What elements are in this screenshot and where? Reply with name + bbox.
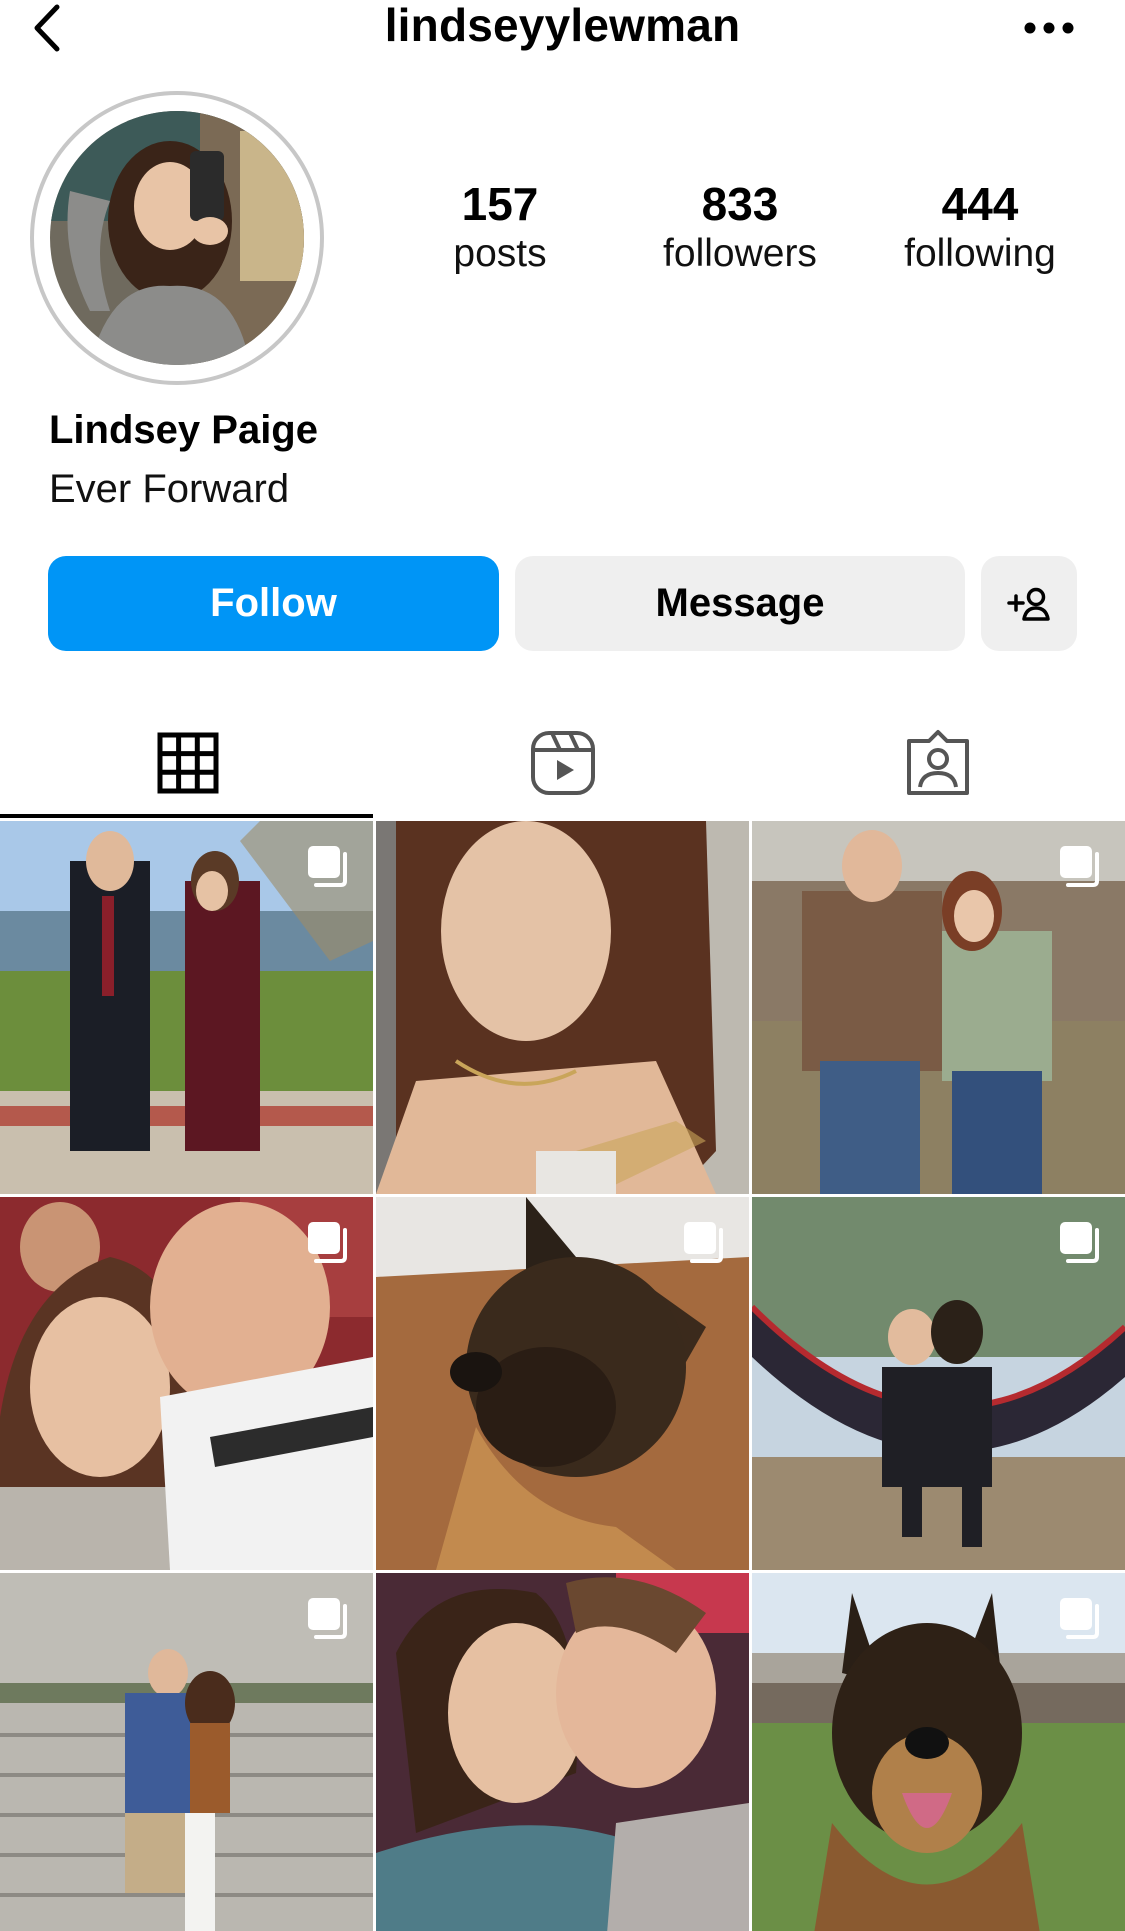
posts-count[interactable]: 157 posts [400,178,600,278]
post-thumbnail[interactable] [0,1573,373,1931]
followers-count[interactable]: 833 followers [640,178,840,278]
profile-stats: 157 posts 833 followers 444 following [0,178,1125,288]
post-thumbnail[interactable] [0,1197,373,1570]
post-thumbnail[interactable] [0,821,373,1194]
more-options-button[interactable] [1013,0,1085,56]
tagged-person-icon [906,730,969,795]
profile-header: lindseyylewman [0,0,1125,60]
carousel-icon [1060,1598,1099,1639]
profile-username: lindseyylewman [384,0,741,51]
display-name: Lindsey Paige [49,408,318,452]
stat-label: posts [453,232,547,275]
carousel-icon [684,1222,723,1263]
carousel-icon [308,1222,347,1263]
carousel-icon [308,846,347,887]
bio-text: Ever Forward [49,467,290,511]
tab-reels[interactable] [375,708,750,818]
post-thumbnail[interactable] [376,1573,749,1931]
follow-button[interactable]: Follow [48,556,499,651]
post-thumbnail[interactable] [376,821,749,1194]
post-thumbnail[interactable] [752,1573,1125,1931]
stat-label: followers [663,232,817,275]
add-user-button[interactable] [981,556,1077,651]
reels-icon [530,731,595,795]
more-horizontal-icon [1024,22,1074,34]
add-person-icon [1007,587,1050,621]
carousel-icon [308,1598,347,1639]
post-thumbnail[interactable] [376,1197,749,1570]
tab-tagged[interactable] [750,708,1125,818]
message-button[interactable]: Message [515,556,965,651]
tab-posts[interactable] [0,708,375,818]
active-tab-indicator [0,814,373,818]
profile-tabs [0,708,1125,818]
carousel-icon [1060,1222,1099,1263]
stat-value: 444 [941,178,1019,230]
carousel-icon [1060,846,1099,887]
stat-value: 833 [701,178,779,230]
post-thumbnail[interactable] [752,1197,1125,1570]
stat-value: 157 [461,178,539,230]
post-thumbnail[interactable] [752,821,1125,1194]
grid-icon [157,732,218,794]
following-count[interactable]: 444 following [880,178,1080,278]
stat-label: following [904,232,1056,275]
